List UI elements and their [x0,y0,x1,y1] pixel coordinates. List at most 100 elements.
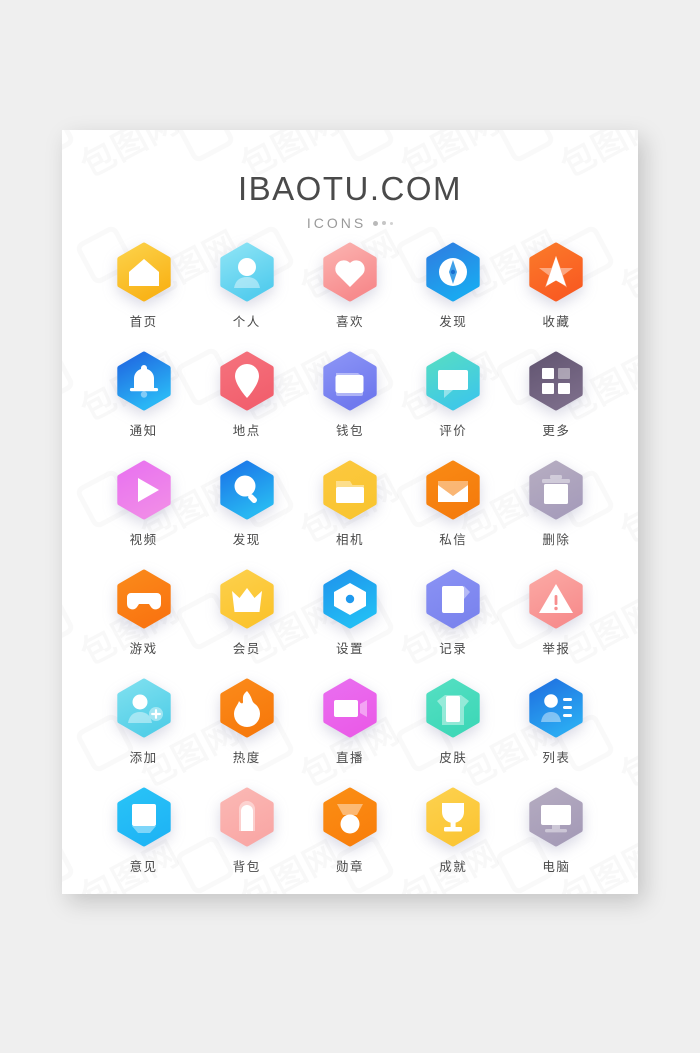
chat-bubble-icon[interactable] [423,351,483,411]
icon-cell-settings[interactable]: 设置 [298,569,401,657]
icon-cell-trophy[interactable]: 成就 [402,787,505,875]
icon-cell-medal[interactable]: 勋章 [298,787,401,875]
home-icon[interactable] [114,242,174,302]
grid-more-icon[interactable] [526,351,586,411]
icon-grid: 首页 个人 喜欢 发现 收藏 通知 地点 钱包 评价 更多 视频 发现 相机 私信 删除 游戏 会员 设置 记录 举报… [62,242,638,875]
icon-cell-gamepad[interactable]: 游戏 [92,569,195,657]
icon-cell-flame[interactable]: 热度 [195,678,298,766]
icon-label: 举报 [542,641,571,656]
icon-cell-grid-more[interactable]: 更多 [505,351,608,439]
icon-cell-shirt[interactable]: 皮肤 [402,678,505,766]
icon-cell-star-arrow[interactable]: 收藏 [505,242,608,330]
icon-cell-list-contact[interactable]: 列表 [505,678,608,766]
page-title: IBAOTU.COM [237,170,462,207]
list-contact-icon[interactable] [526,678,586,738]
icon-label: 删除 [542,532,571,547]
icon-cell-person[interactable]: 个人 [195,242,298,330]
watermark-mark [494,130,556,164]
icon-label: 相机 [335,532,364,547]
icon-cell-backpack[interactable]: 背包 [195,787,298,875]
icon-cell-compass[interactable]: 发现 [402,242,505,330]
icon-cell-add-user[interactable]: 添加 [92,678,195,766]
page-root: 包图网 包图网 包图网 包图网 包图网 包图网 包图网 包图网 包图网 包图网 包图网 包图网 包图网包… [0,0,700,1053]
wallet-icon[interactable] [320,351,380,411]
search-icon[interactable] [217,460,277,520]
icon-label: 勋章 [335,859,364,874]
icon-label: 评价 [439,423,468,438]
heart-icon[interactable] [320,242,380,302]
icon-cell-mail[interactable]: 私信 [402,460,505,548]
feedback-icon[interactable] [114,787,174,847]
icon-cell-computer[interactable]: 电脑 [505,787,608,875]
icon-label: 列表 [542,750,571,765]
icon-label: 热度 [232,750,261,765]
icon-label: 喜欢 [335,314,364,329]
icon-cell-warning[interactable]: 举报 [505,569,608,657]
icon-cell-wallet[interactable]: 钱包 [298,351,401,439]
icon-label: 地点 [232,423,261,438]
icon-label: 更多 [542,423,571,438]
sheet-header: IBAOTU.COM ICONS [62,170,638,231]
shirt-icon[interactable] [423,678,483,738]
icon-cell-live-video[interactable]: 直播 [298,678,401,766]
icon-cell-search[interactable]: 发现 [195,460,298,548]
dot-3 [390,221,394,225]
crown-icon[interactable] [217,569,277,629]
computer-icon[interactable] [526,787,586,847]
icon-label: 通知 [129,423,158,438]
live-video-icon[interactable] [320,678,380,738]
icon-label: 会员 [232,641,261,656]
icon-label: 设置 [335,641,364,656]
icon-cell-trash[interactable]: 删除 [505,460,608,548]
backpack-icon[interactable] [217,787,277,847]
icon-cell-map-pin[interactable]: 地点 [195,351,298,439]
mail-icon[interactable] [423,460,483,520]
flame-icon[interactable] [217,678,277,738]
icon-label: 个人 [232,314,261,329]
icon-cell-home[interactable]: 首页 [92,242,195,330]
compass-icon[interactable] [423,242,483,302]
icon-label: 钱包 [335,423,364,438]
icon-label: 收藏 [542,314,571,329]
icon-label: 电脑 [542,859,571,874]
page-subtitle: ICONS [306,215,367,231]
bell-icon[interactable] [114,351,174,411]
dot-1 [373,220,379,226]
trash-icon[interactable] [526,460,586,520]
icon-cell-feedback[interactable]: 意见 [92,787,195,875]
icon-cell-chat-bubble[interactable]: 评价 [402,351,505,439]
map-pin-icon[interactable] [217,351,277,411]
trophy-icon[interactable] [423,787,483,847]
camera-icon[interactable] [320,460,380,520]
star-arrow-icon[interactable] [526,242,586,302]
gamepad-icon[interactable] [114,569,174,629]
icon-label: 意见 [129,859,158,874]
play-video-icon[interactable] [114,460,174,520]
subtitle-row: ICONS [62,215,638,231]
icon-label: 发现 [439,314,468,329]
icon-label: 成就 [439,859,468,874]
icon-cell-camera[interactable]: 相机 [298,460,401,548]
warning-icon[interactable] [526,569,586,629]
icon-cell-crown[interactable]: 会员 [195,569,298,657]
icon-cell-heart[interactable]: 喜欢 [298,242,401,330]
watermark-mark [334,130,396,164]
watermark-mark [62,130,76,164]
decorative-dots [373,220,394,226]
icon-cell-document[interactable]: 记录 [402,569,505,657]
icon-label: 私信 [439,532,468,547]
icon-label: 首页 [129,314,158,329]
person-icon[interactable] [217,242,277,302]
icon-label: 游戏 [129,641,158,656]
add-user-icon[interactable] [114,678,174,738]
icon-sheet-card: 包图网 包图网 包图网 包图网 包图网 包图网 包图网 包图网 包图网 包图网 包图网 包图网 包图网包… [62,130,638,894]
icon-cell-bell[interactable]: 通知 [92,351,195,439]
icon-label: 背包 [232,859,261,874]
icon-label: 皮肤 [439,750,468,765]
settings-icon[interactable] [320,569,380,629]
medal-icon[interactable] [320,787,380,847]
icon-label: 发现 [232,532,261,547]
icon-label: 视频 [129,532,158,547]
document-icon[interactable] [423,569,483,629]
icon-cell-play-video[interactable]: 视频 [92,460,195,548]
